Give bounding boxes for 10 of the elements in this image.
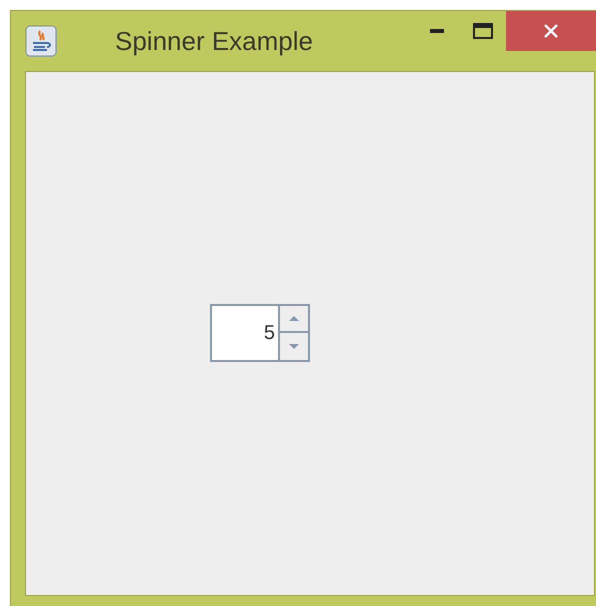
- window-title: Spinner Example: [115, 25, 313, 58]
- close-icon: [543, 23, 559, 39]
- app-icon: [25, 25, 57, 57]
- minimize-icon: [430, 29, 444, 33]
- up-arrow-icon: [289, 316, 299, 320]
- spinner-field[interactable]: 5: [210, 304, 278, 362]
- down-arrow-icon: [289, 344, 299, 348]
- spinner-value: 5: [264, 320, 275, 346]
- close-button[interactable]: [506, 11, 596, 51]
- maximize-icon: [473, 23, 493, 39]
